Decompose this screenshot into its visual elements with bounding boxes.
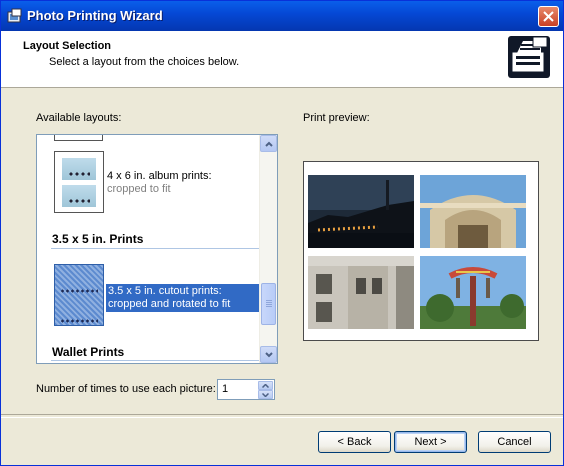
stone-building-photo — [308, 256, 414, 329]
next-button[interactable]: Next > — [394, 431, 467, 453]
layout-item-desc: cropped and rotated to fit — [108, 298, 231, 310]
layout-item-desc: cropped to fit — [107, 183, 171, 195]
chevron-down-icon — [265, 352, 273, 358]
cutout-layout-thumbnail — [54, 264, 104, 326]
print-preview-label: Print preview: — [303, 112, 370, 124]
chevron-up-icon — [265, 141, 273, 147]
layout-item-cutout[interactable]: 3.5 x 5 in. cutout prints: cropped and r… — [37, 261, 261, 327]
header-subtitle: Select a layout from the choices below. — [49, 56, 240, 68]
group-heading-wallet: Wallet Prints — [52, 345, 125, 359]
printer-wizard-icon — [508, 36, 550, 78]
wizard-header: Layout Selection Select a layout from th… — [1, 31, 563, 88]
scroll-thumb[interactable] — [261, 283, 276, 325]
print-preview-pane — [303, 161, 539, 341]
footer-separator — [1, 414, 563, 418]
close-icon — [543, 11, 554, 22]
group-divider — [51, 248, 261, 249]
scroll-up-button[interactable] — [260, 135, 277, 152]
spin-up-button[interactable] — [258, 381, 273, 390]
thumbnail-photo — [62, 185, 96, 207]
copies-value: 1 — [222, 383, 229, 395]
title-bar[interactable]: Photo Printing Wizard — [1, 1, 563, 31]
group-divider — [51, 360, 261, 361]
layout-item-text-selected: 3.5 x 5 in. cutout prints: cropped and r… — [106, 284, 260, 312]
thumbnail-photo — [62, 158, 96, 180]
back-button[interactable]: < Back — [318, 431, 391, 453]
cancel-button[interactable]: Cancel — [478, 431, 551, 453]
chevron-up-icon — [262, 384, 269, 388]
copies-label: Number of times to use each picture: — [36, 383, 216, 395]
available-layouts-label: Available layouts: — [36, 112, 122, 124]
scroll-down-button[interactable] — [260, 346, 277, 363]
wizard-window: Photo Printing Wizard Layout Selection S… — [0, 0, 564, 466]
copies-spinner[interactable]: 1 — [217, 379, 275, 400]
close-button[interactable] — [538, 6, 559, 27]
layout-item-album[interactable]: 4 x 6 in. album prints: cropped to fit — [37, 149, 261, 215]
layout-item-title: 4 x 6 in. album prints: — [107, 170, 212, 182]
night-waterfront-photo — [308, 175, 414, 248]
building-facade-photo — [420, 175, 526, 248]
layout-item-title: 3.5 x 5 in. cutout prints: — [108, 285, 222, 297]
layout-item-text: 4 x 6 in. album prints: cropped to fit — [107, 170, 212, 196]
header-title: Layout Selection — [23, 40, 112, 52]
previous-layout-thumbnail — [54, 135, 103, 141]
photo-wizard-icon — [7, 8, 22, 23]
window-title: Photo Printing Wizard — [27, 8, 163, 23]
chevron-down-icon — [262, 393, 269, 397]
group-heading-3x5: 3.5 x 5 in. Prints — [52, 232, 144, 246]
album-layout-thumbnail — [54, 151, 104, 213]
layouts-listbox[interactable]: 4 x 6 in. album prints: cropped to fit 3… — [36, 134, 278, 364]
spin-down-button[interactable] — [258, 390, 273, 399]
layouts-scrollbar[interactable] — [259, 135, 277, 363]
amusement-ride-photo — [420, 256, 526, 329]
